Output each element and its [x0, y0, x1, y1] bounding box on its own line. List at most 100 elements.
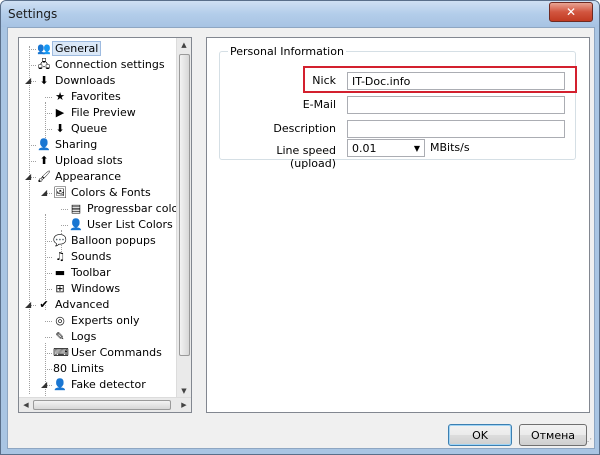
user-list-icon: 👤: [69, 218, 83, 231]
tree-item-queue[interactable]: ⬇ Queue: [53, 121, 107, 137]
tree-items: 👥 General 🖧 Connection settings ◢ ⬇ Downloads ★…: [19, 38, 177, 398]
tree-item-label: Colors & Fonts: [71, 186, 151, 199]
line-speed-label: Line speed (upload): [276, 144, 336, 170]
tree-item-sharing[interactable]: 👤 Sharing: [37, 137, 97, 153]
tree-item-label: Advanced: [55, 298, 110, 311]
tree-item-favorites[interactable]: ★ Favorites: [53, 89, 121, 105]
expand-toggle-icon[interactable]: ◢: [25, 77, 33, 85]
close-icon: ✕: [565, 5, 577, 19]
chevron-down-icon: ▼: [413, 144, 420, 153]
tree-item-user-commands[interactable]: ⌨ User Commands: [53, 345, 162, 361]
tree-item-label: Toolbar: [71, 266, 111, 279]
toolbar-icon: ▬: [54, 266, 66, 279]
tree-item-label: Upload slots: [55, 154, 123, 167]
tree-item-appearance[interactable]: 🖌 Appearance: [37, 169, 121, 185]
resize-grip-icon[interactable]: ⋰: [584, 437, 592, 446]
upload-icon: ⬆: [39, 154, 49, 167]
close-button[interactable]: ✕: [549, 2, 593, 22]
title-bar: Settings ✕: [1, 1, 599, 27]
tree-item-colors-fonts[interactable]: 🖼 Colors & Fonts: [53, 185, 151, 201]
tree-item-general[interactable]: 👥 General: [37, 41, 102, 57]
tree-item-label: User Commands: [71, 346, 162, 359]
email-field[interactable]: [347, 96, 565, 114]
dialog-body: 👥 General 🖧 Connection settings ◢ ⬇ Downloads ★…: [7, 27, 595, 449]
tree-scroll-thumb[interactable]: [179, 54, 190, 356]
tree-hscroll-thumb[interactable]: [33, 400, 171, 410]
tree-item-label: Appearance: [55, 170, 122, 183]
users-icon: 👥: [37, 42, 51, 55]
tree-horizontal-scrollbar[interactable]: ◀ ▶: [19, 397, 191, 412]
tree-item-label: Connection settings: [55, 58, 165, 71]
tree-item-toolbar[interactable]: ▬ Toolbar: [53, 265, 111, 281]
cancel-button[interactable]: Отмена: [519, 424, 587, 446]
scroll-down-icon[interactable]: ▼: [177, 384, 191, 398]
nick-highlight-frame: [303, 66, 577, 93]
tree-item-progressbar-colors[interactable]: ▤ Progressbar colors: [69, 201, 177, 217]
tree-item-connection-settings[interactable]: 🖧 Connection settings: [37, 57, 165, 73]
line-speed-select[interactable]: 0.01 ▼: [347, 139, 425, 157]
sharing-icon: 👤: [37, 138, 51, 151]
tree-item-label: Logs: [71, 330, 97, 343]
colors-icon: 🖼: [53, 186, 67, 199]
settings-tree: 👥 General 🖧 Connection settings ◢ ⬇ Downloads ★…: [18, 37, 192, 413]
tree-item-label: Sounds: [71, 250, 112, 263]
tree-item-upload-slots[interactable]: ⬆ Upload slots: [37, 153, 123, 169]
expand-toggle-icon[interactable]: ◢: [41, 189, 49, 197]
windows-icon: ⊞: [55, 282, 65, 295]
line-speed-value: 0.01: [352, 142, 377, 155]
tree-item-balloon-popups[interactable]: 💬 Balloon popups: [53, 233, 156, 249]
tree-item-label: Windows: [71, 282, 121, 295]
progressbar-icon: ▤: [70, 202, 82, 215]
scroll-up-icon[interactable]: ▲: [177, 38, 191, 52]
network-icon: 🖧: [37, 58, 51, 71]
tree-item-label: Downloads: [55, 74, 116, 87]
queue-icon: ⬇: [55, 122, 65, 135]
tree-item-label: Experts only: [71, 314, 140, 327]
tree-item-limits[interactable]: 80 Limits: [53, 361, 104, 377]
tree-item-user-list-colors[interactable]: 👤 User List Colors: [69, 217, 173, 233]
tree-item-label: Balloon popups: [71, 234, 156, 247]
expand-toggle-icon[interactable]: ◢: [25, 173, 33, 181]
limits-icon: 80: [53, 362, 67, 375]
group-title: Personal Information: [228, 45, 346, 58]
tree-item-experts-only[interactable]: ◎ Experts only: [53, 313, 140, 329]
line-speed-unit: MBits/s: [430, 141, 470, 154]
tree-item-downloads[interactable]: ⬇ Downloads: [37, 73, 115, 89]
tree-item-fake-detector[interactable]: 👤 Fake detector: [53, 377, 146, 393]
description-label: Description: [273, 122, 336, 135]
tree-item-label: File Preview: [71, 106, 136, 119]
tree-item-windows[interactable]: ⊞ Windows: [53, 281, 120, 297]
scroll-right-icon[interactable]: ▶: [177, 398, 191, 412]
tree-item-logs[interactable]: ✎ Logs: [53, 329, 96, 345]
settings-window: Settings ✕ 👥 General 🖧 Connection settings ◢…: [0, 0, 600, 455]
tree-item-sounds[interactable]: ♫ Sounds: [53, 249, 111, 265]
tree-item-label: Limits: [71, 362, 104, 375]
tree-vertical-scrollbar[interactable]: ▲ ▼: [176, 38, 191, 398]
advanced-icon: ✔: [39, 298, 49, 311]
sound-icon: ♫: [55, 250, 65, 263]
expand-toggle-icon[interactable]: ◢: [25, 301, 33, 309]
tree-item-label: Sharing: [55, 138, 98, 151]
downloads-icon: ⬇: [39, 74, 49, 87]
tree-item-label: Favorites: [71, 90, 121, 103]
expand-toggle-icon[interactable]: ◢: [41, 381, 49, 389]
ok-button[interactable]: OK: [448, 424, 512, 446]
tree-item-label: Fake detector: [71, 378, 146, 391]
description-field[interactable]: [347, 120, 565, 138]
general-settings-panel: Personal Information Nick IT-Doc.info E-…: [206, 37, 590, 413]
personal-information-group: Personal Information Nick IT-Doc.info E-…: [219, 45, 577, 170]
fake-detector-icon: 👤: [53, 378, 67, 391]
scroll-left-icon[interactable]: ◀: [19, 398, 33, 412]
tree-item-advanced[interactable]: ✔ Advanced: [37, 297, 109, 313]
balloon-icon: 💬: [53, 234, 67, 247]
window-title: Settings: [8, 7, 58, 21]
commands-icon: ⌨: [53, 346, 69, 359]
tree-item-label: User List Colors: [87, 218, 173, 231]
favorites-icon: ★: [55, 90, 65, 103]
tree-item-label: General: [52, 41, 102, 56]
tree-item-file-preview[interactable]: ▶ File Preview: [53, 105, 136, 121]
experts-icon: ◎: [55, 314, 65, 327]
tree-item-label: Queue: [71, 122, 108, 135]
email-label: E-Mail: [302, 98, 336, 111]
play-icon: ▶: [55, 106, 65, 119]
